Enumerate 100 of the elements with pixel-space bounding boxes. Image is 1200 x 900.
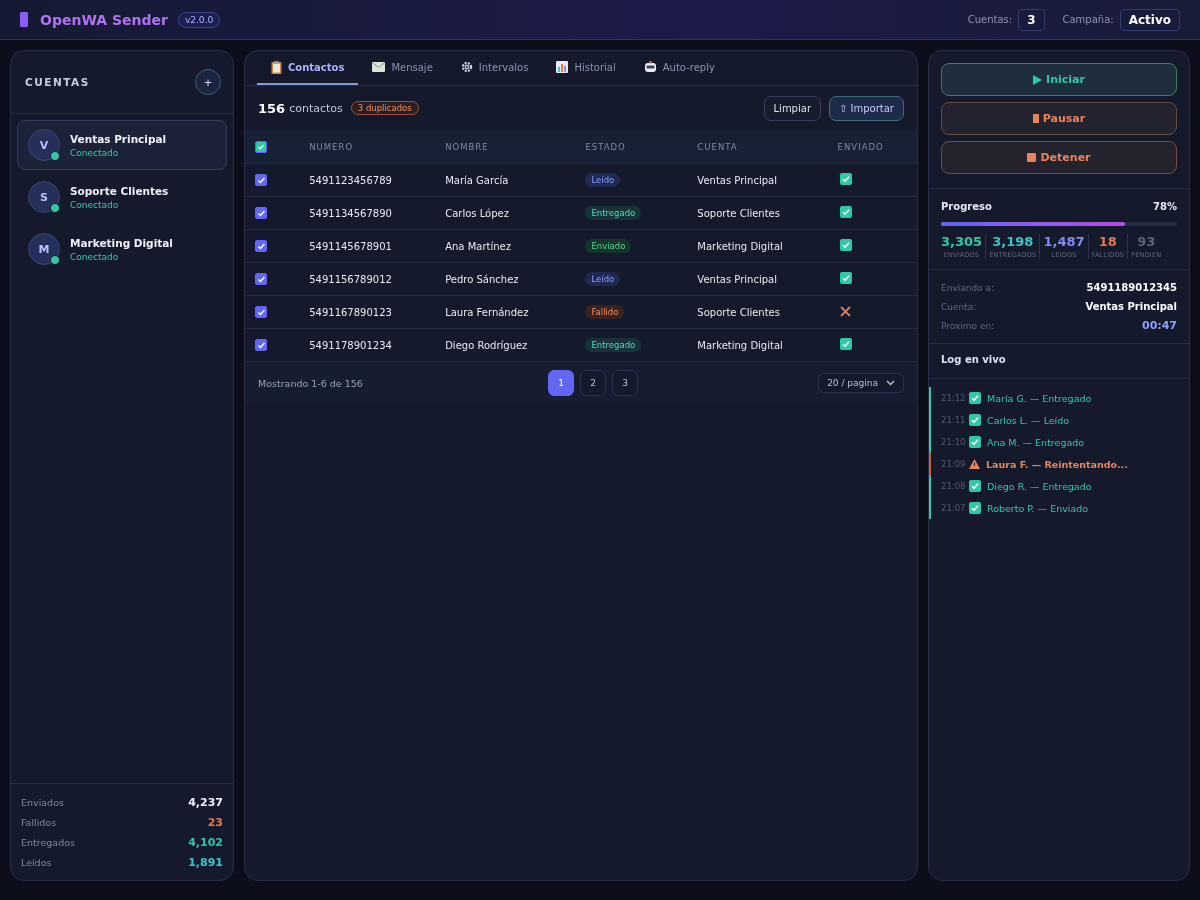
check-icon	[969, 392, 981, 404]
status-badge: Entregado	[585, 338, 642, 352]
info-value: 5491189012345	[1086, 282, 1177, 293]
log-time: 21:11	[941, 415, 963, 425]
per-page-select[interactable]: 20 / pagina	[818, 373, 904, 393]
account-name: Soporte Clientes	[70, 184, 169, 197]
log-time: 21:09	[941, 459, 963, 469]
total-value: 23	[207, 815, 223, 829]
version-badge: v2.0.0	[177, 11, 221, 28]
log-time: 21:07	[941, 503, 963, 513]
tab[interactable]: Mensaje	[358, 51, 447, 85]
robot-icon	[643, 61, 657, 73]
row-checkbox[interactable]	[255, 207, 267, 219]
stat-value: 1,487	[1043, 234, 1085, 249]
row-checkbox[interactable]	[255, 339, 267, 351]
stop-icon	[1027, 153, 1037, 162]
log-time: 21:08	[941, 481, 963, 491]
stat-value: 3,198	[992, 234, 1034, 249]
phone-number: 5491167890123	[309, 306, 392, 318]
phone-number: 5491134567890	[309, 207, 392, 219]
start-button[interactable]: Iniciar	[941, 63, 1177, 96]
row-checkbox[interactable]	[255, 240, 267, 252]
add-account-button[interactable]: +	[195, 69, 221, 95]
check-icon	[969, 414, 981, 426]
tab[interactable]: Contactos	[257, 51, 359, 85]
check-icon	[969, 436, 981, 448]
pause-button[interactable]: Pausar	[941, 102, 1177, 135]
stop-button[interactable]: Detener	[941, 141, 1177, 174]
account-name: Marketing Digital	[697, 240, 783, 252]
log-time: 21:12	[941, 393, 963, 403]
check-icon	[839, 173, 852, 185]
duplicates-badge: 3 duplicados	[350, 101, 419, 115]
tab[interactable]: Intervalos	[446, 51, 543, 85]
pagination-summary: Mostrando 1-6 de 156	[258, 377, 364, 389]
column-header: NUMERO	[309, 141, 354, 152]
log-text: Diego R. — Entregado	[987, 480, 1092, 492]
play-icon	[1033, 74, 1043, 85]
account-item[interactable]: M Marketing Digital Conectado	[17, 224, 227, 274]
select-all-checkbox[interactable]	[255, 140, 267, 153]
row-checkbox[interactable]	[255, 306, 267, 318]
progress-label: Progreso	[941, 201, 992, 212]
avatar: S	[28, 181, 60, 213]
envelope-icon	[372, 62, 386, 72]
chevron-down-icon	[886, 380, 895, 386]
header-stat-value: 3	[1018, 8, 1045, 31]
account-item[interactable]: V Ventas Principal Conectado	[17, 120, 227, 170]
tab[interactable]: Auto-reply	[629, 51, 729, 85]
info-label: Enviando a:	[941, 282, 995, 293]
account-item[interactable]: S Soporte Clientes Conectado	[17, 172, 227, 222]
page-button[interactable]: 2	[580, 370, 606, 396]
avatar: V	[28, 129, 60, 161]
account-name: Soporte Clientes	[697, 306, 780, 318]
contact-name: Carlos López	[445, 207, 509, 219]
status-badge: Fallido	[585, 305, 625, 319]
contact-name: Ana Martínez	[445, 240, 511, 252]
column-header: ENVIADO	[837, 141, 884, 152]
row-checkbox[interactable]	[255, 273, 267, 285]
pause-icon	[1032, 114, 1039, 123]
contact-name: Laura Fernández	[445, 306, 529, 318]
phone-number: 5491145678901	[309, 240, 392, 252]
log-time: 21:10	[941, 437, 963, 447]
account-name: Ventas Principal	[70, 132, 167, 145]
contact-name: Pedro Sánchez	[445, 273, 519, 285]
count-label: contactos	[289, 101, 343, 115]
account-status: Conectado	[70, 199, 120, 210]
info-value: 00:47	[1142, 319, 1177, 332]
contact-count: 156	[258, 100, 286, 116]
logo-icon	[20, 12, 28, 27]
status-badge: Leído	[585, 173, 621, 187]
clipboard-icon	[271, 60, 282, 74]
page-button[interactable]: 3	[612, 370, 638, 396]
warning-icon	[969, 459, 980, 469]
status-badge: Enviado	[585, 239, 632, 253]
check-icon	[839, 338, 852, 350]
info-value: Ventas Principal	[1085, 301, 1177, 312]
check-icon	[839, 206, 852, 218]
phone-number: 5491178901234	[309, 339, 392, 351]
account-name: Ventas Principal	[697, 174, 777, 186]
phone-number: 5491123456789	[309, 174, 392, 186]
account-status: Conectado	[70, 147, 120, 158]
total-label: Fallidos	[21, 816, 57, 828]
page-button[interactable]: 1	[548, 370, 574, 396]
clear-button[interactable]: Limpiar	[763, 95, 821, 121]
check-icon	[969, 502, 981, 514]
status-badge: Entregado	[585, 206, 642, 220]
progress-percent: 78%	[1153, 201, 1177, 212]
app-title: OpenWA Sender	[40, 11, 168, 28]
tab[interactable]: Historial	[542, 51, 630, 85]
log-text: Carlos L. — Leído	[987, 414, 1070, 426]
log-title: Log en vivo	[941, 354, 1006, 365]
account-name: Ventas Principal	[697, 273, 777, 285]
column-header: NOMBRE	[445, 141, 489, 152]
stat-value: 93	[1137, 234, 1156, 249]
total-label: Entregados	[21, 836, 75, 848]
header-stat-label: Campaña:	[1062, 14, 1114, 25]
stat-value: 18	[1098, 234, 1117, 249]
contact-name: María García	[445, 174, 509, 186]
total-label: Enviados	[21, 796, 64, 808]
import-button[interactable]: ⇧ Importar	[829, 95, 904, 121]
row-checkbox[interactable]	[255, 174, 267, 186]
